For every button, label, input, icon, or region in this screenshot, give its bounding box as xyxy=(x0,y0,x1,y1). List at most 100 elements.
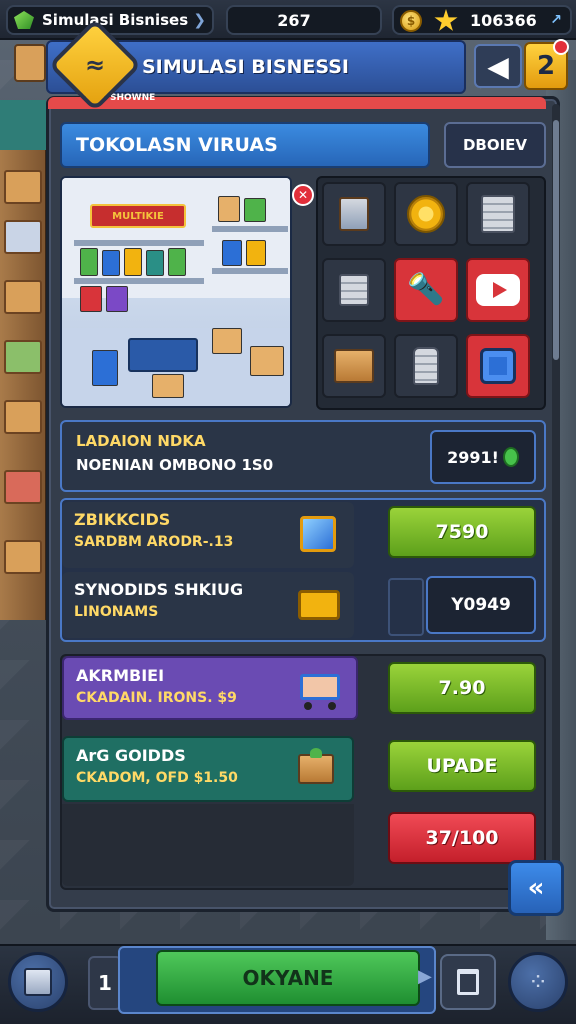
chevron-right-icon: ❯ xyxy=(193,11,206,29)
store-menu-button[interactable] xyxy=(8,952,68,1012)
upgrade-card[interactable]: AKRMBIEI CKADAIN. IRONS. $9 xyxy=(62,656,358,720)
preview-product xyxy=(222,240,242,266)
grid-item-server[interactable] xyxy=(466,182,530,246)
server-icon xyxy=(339,274,369,306)
dots-menu-icon: ⁘ xyxy=(527,968,549,996)
background-box xyxy=(4,470,42,504)
upgrade-subtitle: CKADAIN. IRONS. $9 xyxy=(76,690,237,706)
store-title-bar: TOKOLASN VIRUAS xyxy=(60,122,430,168)
upgrade-price: 7590 xyxy=(435,521,489,543)
grid-item-crate[interactable] xyxy=(322,182,386,246)
store-title: TOKOLASN VIRUAS xyxy=(76,134,278,156)
upgrade-button[interactable]: UPADE xyxy=(388,740,536,792)
store-info-row: LADAION NDKA NOENIAN OMBONO 1S0 2991! xyxy=(60,420,546,492)
info-value: 2991! xyxy=(447,447,499,467)
info-line-2: NOENIAN OMBONO 1S0 xyxy=(76,456,274,474)
preview-shelf xyxy=(212,226,288,232)
background-box xyxy=(4,400,42,434)
star-icon xyxy=(434,9,458,31)
collapse-button[interactable]: « xyxy=(508,860,564,916)
panel-strip-label: SHOWNE xyxy=(110,93,156,103)
upgrade-value-button[interactable]: Y0949 xyxy=(426,576,536,634)
store-sign-text: MULTIKIE xyxy=(112,210,164,222)
preview-product xyxy=(244,198,266,222)
flashlight-icon: 🔦 xyxy=(407,272,445,307)
crate-icon xyxy=(339,197,369,231)
lower-empty-slot xyxy=(62,804,354,886)
upgrade-buy-button[interactable]: 7.90 xyxy=(388,662,536,714)
upgrade-subtitle: SARDBM ARODR-.13 xyxy=(74,534,234,550)
grid-item-flashlight[interactable]: 🔦 xyxy=(394,258,458,322)
upgrade-title: ArG GOIDDS xyxy=(76,746,186,765)
back-button[interactable]: ◀ xyxy=(474,44,522,88)
grid-item-gear[interactable] xyxy=(394,182,458,246)
gear-icon xyxy=(407,195,445,233)
notifications-button[interactable]: 2 xyxy=(524,39,569,90)
preview-product xyxy=(102,250,120,276)
info-value-box[interactable]: 2991! xyxy=(430,430,536,484)
review-button[interactable]: DBOIEV xyxy=(444,122,546,168)
preview-fridge xyxy=(92,350,118,386)
upgrade-title: AKRMBIEI xyxy=(76,666,165,685)
preview-product xyxy=(106,286,128,312)
coins-value: 106366 xyxy=(470,10,537,30)
info-line-1: LADAION NDKA xyxy=(76,432,206,450)
level-value: 267 xyxy=(277,10,311,30)
machine-icon xyxy=(294,512,344,556)
main-action-label: OKYANE xyxy=(242,966,334,990)
preview-crate xyxy=(250,346,284,376)
tab-number[interactable]: 1 xyxy=(88,956,122,1010)
server-icon xyxy=(481,195,515,233)
coins-pill[interactable]: $ 106366 ↗ xyxy=(392,5,572,35)
grid-item-server-2[interactable] xyxy=(322,258,386,322)
tab-number-label: 1 xyxy=(98,971,112,995)
crate-icon xyxy=(334,349,374,383)
trash-icon xyxy=(457,969,479,995)
grid-item-play[interactable] xyxy=(466,258,530,322)
inventory-box-icon[interactable] xyxy=(14,44,46,82)
upgrade-toggle[interactable] xyxy=(388,578,424,636)
upgrade-title: ZBIKKCIDS xyxy=(74,510,171,529)
grid-item-camera[interactable] xyxy=(466,334,530,398)
crate-cart-icon xyxy=(292,748,342,792)
arrow-left-icon: ◀ xyxy=(487,49,509,83)
chevron-right-icon[interactable]: ▶ xyxy=(418,966,432,987)
game-name-pill[interactable]: Simulasi Bisnises ❯ xyxy=(6,5,214,35)
bottle-icon xyxy=(413,347,439,385)
upgrade-subtitle: CKADOM, OFD $1.50 xyxy=(76,770,238,786)
upgrade-card[interactable]: SYNODIDS SHKIUG LINONAMS xyxy=(62,572,354,638)
upgrade-value: Y0949 xyxy=(451,595,511,615)
preview-product xyxy=(80,248,98,276)
gem-icon xyxy=(14,11,34,29)
notification-count: 2 xyxy=(536,51,556,81)
parts-icon xyxy=(294,582,344,626)
coin-green-icon xyxy=(502,447,519,467)
grid-item-bottle[interactable] xyxy=(394,334,458,398)
grid-item-box[interactable] xyxy=(322,334,386,398)
preview-close-icon[interactable]: ✕ xyxy=(292,184,314,206)
coin-icon: $ xyxy=(400,10,422,32)
upgrade-buy-button[interactable]: 7590 xyxy=(388,506,536,558)
preview-product xyxy=(168,248,186,276)
upgrade-button-label: UPADE xyxy=(426,755,498,777)
review-label: DBOIEV xyxy=(462,136,528,154)
store-box-icon xyxy=(24,968,52,996)
cart-icon xyxy=(296,668,346,712)
upgrade-card[interactable]: ArG GOIDDS CKADOM, OFD $1.50 xyxy=(62,736,354,802)
price-red-button[interactable]: 37/100 xyxy=(388,812,536,864)
scrollbar-thumb[interactable] xyxy=(553,120,559,360)
play-icon xyxy=(476,274,520,306)
background-box xyxy=(4,280,42,314)
upgrade-price: 7.90 xyxy=(438,677,486,699)
settings-button[interactable]: ⁘ xyxy=(508,952,568,1012)
preview-shelf xyxy=(74,278,204,284)
trash-button[interactable] xyxy=(440,954,496,1010)
upgrade-card[interactable]: ZBIKKCIDS SARDBM ARODR-.13 xyxy=(62,502,354,568)
preview-shelf xyxy=(74,240,204,246)
main-action-button[interactable]: OKYANE xyxy=(156,950,420,1006)
store-preview-image[interactable]: MULTIKIE xyxy=(60,176,292,408)
preview-crate xyxy=(152,374,184,398)
trend-up-icon: ↗ xyxy=(550,12,562,28)
level-pill: 267 xyxy=(226,5,382,35)
upgrade-title: SYNODIDS SHKIUG xyxy=(74,580,244,599)
